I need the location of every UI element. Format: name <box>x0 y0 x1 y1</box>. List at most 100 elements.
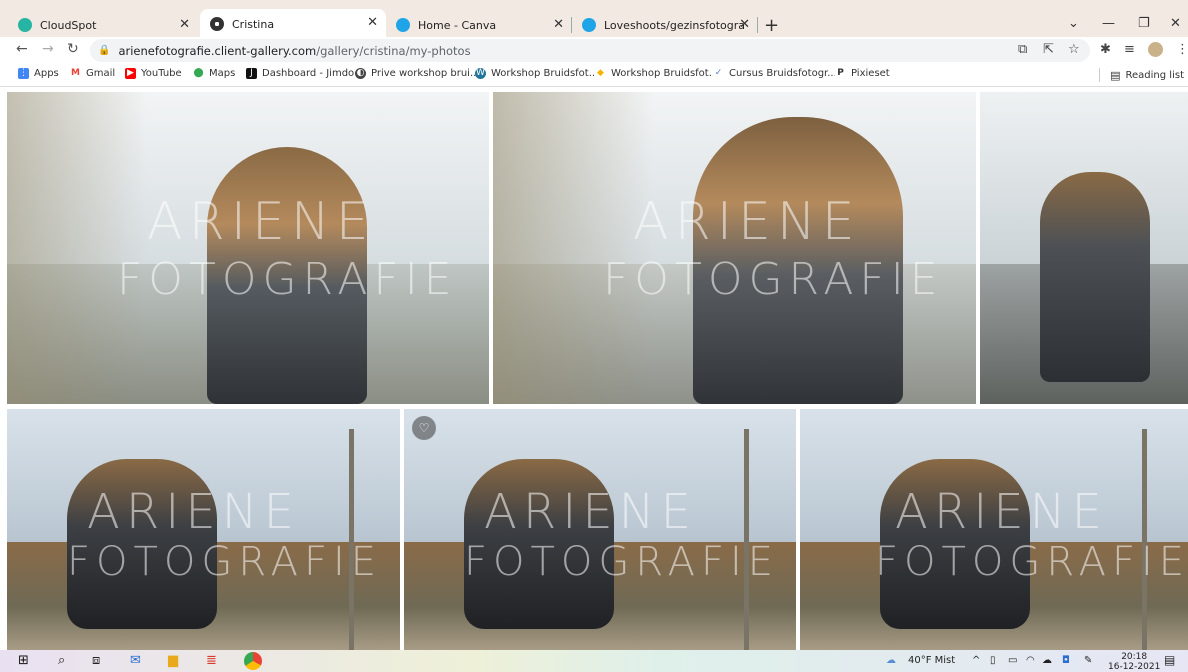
dropbox-icon[interactable]: ◘ <box>1062 655 1070 666</box>
share-icon[interactable]: ⇱ <box>1043 42 1054 57</box>
close-icon[interactable]: ✕ <box>739 17 750 32</box>
reading-mode-icon[interactable]: ≡ <box>1124 42 1135 57</box>
tab-loveshoots[interactable]: Loveshoots/gezinsfotografie/bru ✕ <box>572 11 758 39</box>
weather-icon: ☁ <box>886 655 896 666</box>
bookmark-gmail[interactable]: M Gmail <box>70 68 115 79</box>
tab-canva[interactable]: Home - Canva ✕ <box>386 11 572 39</box>
wifi-icon[interactable]: ◠ <box>1026 655 1035 666</box>
reading-list-label: Reading list <box>1125 69 1184 81</box>
clock[interactable]: 20:18 16-12-2021 <box>1108 652 1160 672</box>
mail-icon[interactable]: ✉ <box>130 653 141 668</box>
divider <box>1099 68 1101 82</box>
watermark-text: ARIENE <box>633 192 861 252</box>
forward-arrow-icon[interactable]: → <box>42 41 54 57</box>
profile-avatar-icon[interactable] <box>1148 42 1163 57</box>
kebab-menu-icon[interactable]: ⋮ <box>1176 42 1188 57</box>
diamond-icon: ◆ <box>595 68 606 79</box>
bookmark-workshop-1[interactable]: W Workshop Bruidsfot... <box>475 68 598 79</box>
close-icon[interactable]: ✕ <box>553 17 564 32</box>
minimize-icon[interactable]: — <box>1102 16 1115 31</box>
gmail-icon: M <box>70 68 81 79</box>
todoist-icon[interactable]: ≣ <box>206 653 217 668</box>
restore-icon[interactable]: ❐ <box>1138 16 1150 31</box>
address-bar[interactable]: 🔒 arienefotografie.client-gallery.com/ga… <box>90 39 1090 62</box>
bookmark-prive-workshop[interactable]: ◐ Prive workshop brui... <box>355 68 480 79</box>
file-explorer-icon[interactable]: ▆ <box>168 653 178 668</box>
clock-time: 20:18 <box>1121 652 1148 662</box>
favorite-button[interactable]: ♡ <box>412 416 436 440</box>
globe-icon: ◐ <box>355 68 366 79</box>
jimdo-icon: J <box>246 68 257 79</box>
bookmark-workshop-2[interactable]: ◆ Workshop Bruidsfot... <box>595 68 718 79</box>
close-icon[interactable]: ✕ <box>179 17 190 32</box>
watermark-text: ARIENE <box>895 484 1108 540</box>
tab-cloudspot[interactable]: CloudSpot ✕ <box>8 11 198 39</box>
bookmark-apps[interactable]: ⋮ Apps <box>18 68 59 79</box>
extensions-puzzle-icon[interactable]: ✱ <box>1100 42 1111 57</box>
gallery-photo-6[interactable]: ARIENE FOTOGRAFIE <box>800 409 1188 650</box>
gallery-photo-4[interactable]: ARIENE FOTOGRAFIE <box>7 409 400 650</box>
translate-icon[interactable]: ⧉ <box>1018 42 1027 57</box>
chrome-icon[interactable] <box>244 652 262 670</box>
bookmark-label: Prive workshop brui... <box>371 68 480 79</box>
bookmark-label: Apps <box>34 68 59 79</box>
tab-search-chevron-icon[interactable]: ⌄ <box>1068 16 1079 31</box>
watermark-text: FOTOGRAFIE <box>67 539 383 585</box>
browser-chrome: CloudSpot ✕ Cristina ✕ Home - Canva ✕ Lo… <box>0 0 1188 90</box>
bookmark-label: Workshop Bruidsfot... <box>611 68 719 79</box>
notifications-icon[interactable]: ▤ <box>1164 653 1175 667</box>
reload-icon[interactable]: ↻ <box>67 41 79 57</box>
bookmark-label: YouTube <box>141 68 182 79</box>
onedrive-cloud-icon[interactable]: ☁ <box>1042 655 1052 666</box>
star-bookmark-icon[interactable]: ☆ <box>1068 42 1080 57</box>
url-path: /gallery/cristina/my-photos <box>316 43 471 58</box>
tab-separator <box>757 17 758 33</box>
clock-date: 16-12-2021 <box>1108 662 1161 672</box>
tab-title: Home - Canva <box>418 18 497 32</box>
bookmarks-bar: ⋮ Apps M Gmail ▶ YouTube ⬤ Maps J Dashboard -… <box>0 64 1188 87</box>
watermark-text: FOTOGRAFIE <box>603 254 944 305</box>
maps-icon: ⬤ <box>193 68 204 79</box>
close-icon[interactable]: ✕ <box>367 15 378 30</box>
watermark-text: FOTOGRAFIE <box>117 254 458 305</box>
tab-cristina[interactable]: Cristina ✕ <box>200 9 386 39</box>
youtube-icon: ▶ <box>125 68 136 79</box>
tray-chevron-icon[interactable]: ^ <box>972 655 980 666</box>
heart-icon: ♡ <box>418 421 430 435</box>
bookmark-label: Cursus Bruidsfotogr... <box>729 68 837 79</box>
watermark-text: ARIENE <box>87 484 300 540</box>
canva-favicon-icon <box>582 18 596 32</box>
new-tab-plus-icon[interactable]: + <box>764 15 779 36</box>
bookmark-youtube[interactable]: ▶ YouTube <box>125 68 182 79</box>
bookmark-label: Gmail <box>86 68 116 79</box>
globe-favicon-icon <box>210 17 224 31</box>
person-figure <box>1040 172 1150 382</box>
windows-start-icon[interactable]: ⊞ <box>18 653 29 668</box>
bookmark-label: Pixieset <box>851 68 890 79</box>
back-arrow-icon[interactable]: ← <box>16 41 28 57</box>
battery-icon[interactable]: ▭ <box>1008 655 1017 666</box>
tray-device-icon: ▯ <box>990 655 996 666</box>
bookmark-maps[interactable]: ⬤ Maps <box>193 68 235 79</box>
bookmark-pixieset[interactable]: P Pixieset <box>835 68 890 79</box>
window-close-icon[interactable]: ✕ <box>1170 16 1181 31</box>
pen-icon[interactable]: ✎ <box>1084 655 1092 666</box>
tab-strip: CloudSpot ✕ Cristina ✕ Home - Canva ✕ Lo… <box>0 8 1188 39</box>
gallery-photo-3[interactable] <box>980 92 1188 404</box>
reading-list-button[interactable]: ▤ Reading list <box>1099 68 1184 82</box>
task-view-icon[interactable]: ⧈ <box>92 653 100 668</box>
watermark-text: FOTOGRAFIE <box>875 539 1188 585</box>
bookmark-jimdo[interactable]: J Dashboard - Jimdo <box>246 68 354 79</box>
tab-title: Loveshoots/gezinsfotografie/bru <box>604 18 744 32</box>
reading-list-icon: ▤ <box>1110 68 1121 82</box>
lock-icon: 🔒 <box>98 45 111 56</box>
search-icon[interactable]: ⌕ <box>58 653 65 668</box>
gallery-photo-1[interactable]: ARIENE FOTOGRAFIE <box>7 92 489 404</box>
watermark-text: ARIENE <box>484 484 697 540</box>
bookmark-cursus[interactable]: ✓ Cursus Bruidsfotogr... <box>713 68 837 79</box>
bookmark-label: Maps <box>209 68 236 79</box>
gallery-photo-2[interactable]: ARIENE FOTOGRAFIE <box>493 92 976 404</box>
apps-grid-icon: ⋮ <box>18 68 29 79</box>
gallery-photo-5[interactable]: ARIENE FOTOGRAFIE <box>404 409 796 650</box>
weather-text[interactable]: 40°F Mist <box>908 655 955 666</box>
